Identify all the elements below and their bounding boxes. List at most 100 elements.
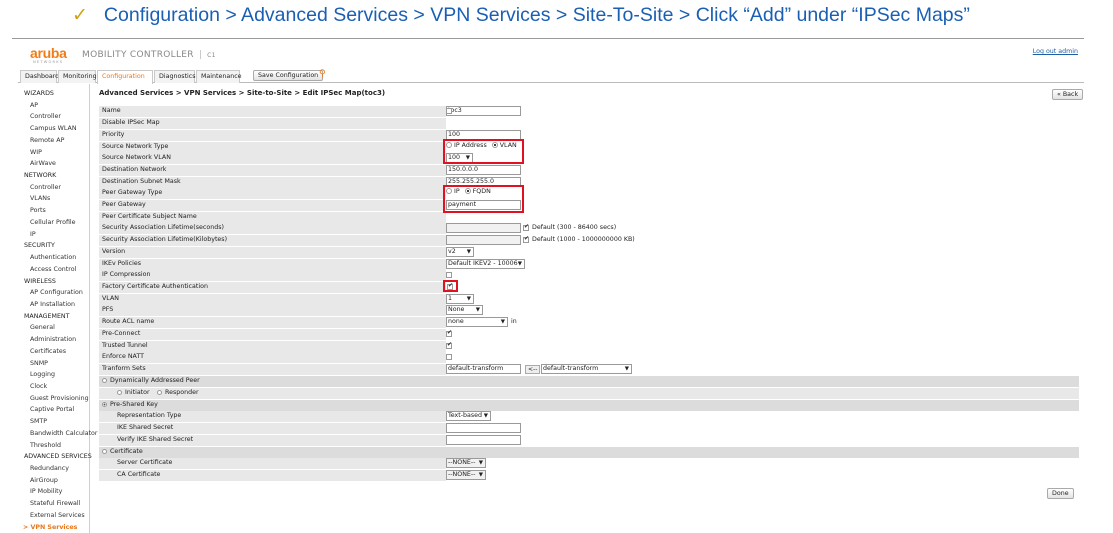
chevron-down-icon: ▼	[483, 413, 488, 419]
row-ikev: IKEv Policies	[99, 259, 446, 270]
sidebar-item[interactable]: Threshold	[30, 442, 61, 449]
sidebar-item[interactable]: Logging	[30, 371, 55, 378]
ca-cert-select[interactable]: --NONE-- ▼	[446, 470, 486, 480]
sidebar-item[interactable]: AirGroup	[30, 477, 58, 484]
chevron-down-icon: ▼	[478, 460, 483, 466]
route-acl-label: Route ACL name	[102, 318, 155, 325]
sidebar-item[interactable]: > VPN Services	[23, 524, 77, 531]
sidebar-item[interactable]: External Services	[30, 512, 85, 519]
instruction-caption: ✓ Configuration > Advanced Services > VP…	[72, 0, 970, 30]
sidebar-item[interactable]: AP	[30, 102, 38, 109]
dest-network-input[interactable]: 150.0.0.0	[446, 165, 521, 175]
version-select[interactable]: v2 ▼	[446, 247, 474, 257]
tab-dashboard[interactable]: Dashboard	[20, 70, 59, 83]
rep-type-select[interactable]: Text-based ▼	[446, 411, 491, 421]
sidebar-item[interactable]: Guest Provisioning	[30, 395, 89, 402]
route-acl-select[interactable]: none ▼	[446, 317, 508, 327]
sidebar-item[interactable]: Campus WLAN	[30, 125, 77, 132]
sidebar-item[interactable]: AP Configuration	[30, 289, 83, 296]
server-cert-select[interactable]: --NONE-- ▼	[446, 458, 486, 468]
sidebar-item[interactable]: Clock	[30, 383, 47, 390]
row-ipcomp: IP Compression	[99, 270, 446, 281]
disable-label: Disable IPSec Map	[102, 119, 160, 126]
sidebar-item[interactable]: Certificates	[30, 348, 66, 355]
sidebar-item[interactable]: Access Control	[30, 266, 76, 273]
product-separator: |	[198, 50, 203, 60]
certificate-radio[interactable]	[102, 449, 107, 454]
tab-diagnostics[interactable]: Diagnostics	[154, 70, 196, 83]
vlan-label: VLAN	[102, 295, 119, 302]
verify-secret-input[interactable]	[446, 435, 521, 445]
save-configuration-button[interactable]: Save Configuration	[253, 70, 324, 81]
transform-sets-input[interactable]: default-transform	[446, 364, 521, 374]
row-pfs: PFS	[99, 305, 446, 316]
trusted-tunnel-checkbox[interactable]	[446, 341, 452, 349]
dynamic-peer-section: Dynamically Addressed Peer	[99, 376, 1079, 387]
vlan-select[interactable]: 1 ▼	[446, 294, 474, 304]
initiator-radio[interactable]	[117, 390, 122, 395]
dynamic-peer-checkbox[interactable]	[102, 378, 107, 383]
ikev-policies-select[interactable]: Default IKEV2 - 10006 ▼	[446, 259, 525, 269]
sidebar-item[interactable]: Controller	[30, 113, 61, 120]
pin-icon[interactable]: ⚲	[319, 69, 326, 79]
row-peer-gw: Peer Gateway	[99, 200, 446, 211]
transform-select[interactable]: default-transform ▼	[541, 364, 632, 374]
highlight-source-network	[443, 139, 524, 164]
row-trusted: Trusted Tunnel	[99, 341, 446, 352]
sa-seconds-label: Security Association Lifetime(seconds)	[102, 224, 224, 231]
responder-radio[interactable]	[157, 390, 162, 395]
back-button[interactable]: « Back	[1052, 89, 1084, 100]
done-button[interactable]: Done	[1047, 488, 1074, 499]
sidebar-item[interactable]: IP Mobility	[30, 488, 62, 495]
sidebar-item[interactable]: AP Installation	[30, 301, 75, 308]
psk-radio[interactable]	[102, 402, 107, 407]
version-value: v2	[448, 248, 456, 255]
enforce-natt-checkbox[interactable]	[446, 354, 452, 360]
row-route-acl: Route ACL name	[99, 317, 446, 328]
sidebar-item[interactable]: SNMP	[30, 360, 48, 367]
sidebar-item[interactable]: SMTP	[30, 418, 47, 425]
tab-configuration[interactable]: Configuration	[97, 70, 153, 84]
ip-compression-checkbox[interactable]	[446, 272, 452, 278]
dest-network-label: Destination Network	[102, 166, 167, 173]
sidebar-item[interactable]: Controller	[30, 184, 61, 191]
sidebar-item[interactable]: VLANs	[30, 195, 50, 202]
sidebar-item[interactable]: WIP	[30, 149, 42, 156]
trusted-tunnel-label: Trusted Tunnel	[102, 342, 148, 349]
sa-kb-default-checkbox[interactable]	[523, 235, 529, 243]
psk-section: Pre-Shared Key	[99, 400, 1079, 411]
sidebar-item[interactable]: Ports	[30, 207, 46, 214]
row-sa-seconds: Security Association Lifetime(seconds)	[99, 223, 446, 234]
preconnect-checkbox[interactable]	[446, 329, 452, 337]
disable-ipsec-checkbox[interactable]	[446, 108, 452, 114]
row-factory: Factory Certificate Authentication	[99, 282, 446, 293]
server-cert-value: --NONE--	[448, 459, 476, 466]
logout-link[interactable]: Log out admin	[1033, 48, 1078, 55]
sa-kb-input[interactable]	[446, 235, 521, 245]
sa-seconds-input[interactable]	[446, 223, 521, 233]
tab-monitoring[interactable]: Monitoring	[58, 70, 97, 83]
sidebar-item[interactable]: Remote AP	[30, 137, 64, 144]
add-transform-button[interactable]: <--	[525, 365, 541, 374]
ca-cert-label: CA Certificate	[117, 471, 161, 478]
sidebar-item[interactable]: Stateful Firewall	[30, 500, 80, 507]
sidebar-item[interactable]: Redundancy	[30, 465, 69, 472]
sidebar-item[interactable]: Cellular Profile	[30, 219, 76, 226]
sa-seconds-default-checkbox[interactable]	[523, 223, 529, 231]
product-name: MOBILITY CONTROLLER	[82, 50, 194, 60]
sidebar-item[interactable]: Authentication	[30, 254, 76, 261]
product-title: MOBILITY CONTROLLER | C1	[82, 50, 216, 60]
sidebar-item[interactable]: Captive Portal	[30, 406, 74, 413]
sidebar-item[interactable]: IP	[30, 231, 36, 238]
name-input[interactable]: toc3	[446, 106, 521, 116]
sidebar-item[interactable]: AirWave	[30, 160, 56, 167]
sidebar-item[interactable]: Bandwidth Calculator	[30, 430, 98, 437]
pfs-select[interactable]: None ▼	[446, 305, 483, 315]
row-src-vlan: Source Network VLAN	[99, 153, 446, 164]
version-label: Version	[102, 248, 126, 255]
tab-maintenance[interactable]: Maintenance	[196, 70, 242, 83]
sidebar-item[interactable]: Administration	[30, 336, 76, 343]
sidebar-item[interactable]: General	[30, 324, 55, 331]
server-cert-label: Server Certificate	[117, 459, 173, 466]
ike-secret-input[interactable]	[446, 423, 521, 433]
